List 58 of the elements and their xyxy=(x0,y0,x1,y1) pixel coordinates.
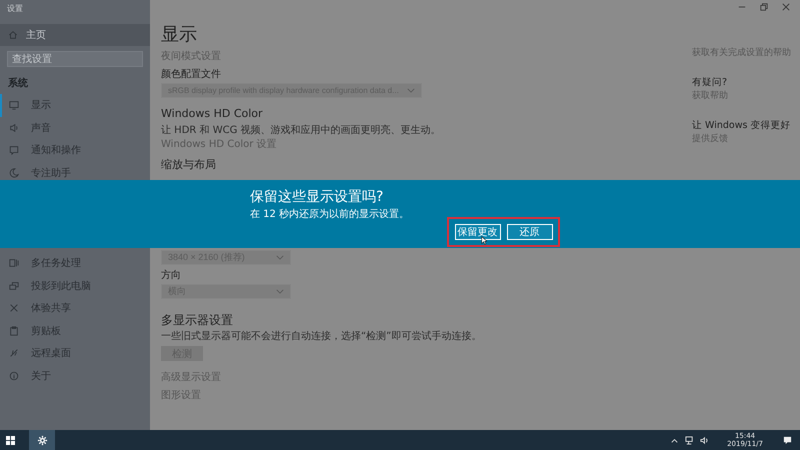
speaker-icon[interactable] xyxy=(700,436,710,444)
field-label: 颜色配置文件 xyxy=(161,68,221,81)
cursor-icon xyxy=(481,236,487,245)
settings-icon xyxy=(36,434,48,446)
sidebar-item[interactable]: 远程桌面 xyxy=(0,342,150,364)
dialog-button[interactable]: 保留更改 xyxy=(454,224,500,240)
dialog-button[interactable]: 还原 xyxy=(506,224,552,240)
page-title: 显示 xyxy=(161,24,197,46)
item-label: 体验共享 xyxy=(31,302,71,316)
projector-icon xyxy=(9,280,19,291)
home-label: 主页 xyxy=(26,28,46,42)
windows-logo-icon[interactable] xyxy=(6,436,15,444)
section-heading: 多显示器设置 xyxy=(161,313,233,327)
sidebar-item[interactable]: 体验共享 xyxy=(0,297,150,320)
speaker-icon xyxy=(9,122,19,133)
notification-icon[interactable] xyxy=(783,436,792,444)
network-icon[interactable] xyxy=(685,436,694,444)
description-text: 一些旧式显示器可能不会进行自动连接，选择“检测”即可尝试手动连接。 xyxy=(161,330,482,344)
item-label: 关于 xyxy=(31,370,51,383)
sidebar-item[interactable]: 专注助手 xyxy=(0,162,150,184)
sidebar-item[interactable]: 声音 xyxy=(0,116,150,139)
item-label: 通知和操作 xyxy=(31,144,81,158)
help-heading: 有疑问? xyxy=(692,76,728,89)
chevron-icon xyxy=(406,88,415,93)
item-label: 投影到此电脑 xyxy=(31,280,91,293)
moon-icon xyxy=(9,168,19,178)
info-icon xyxy=(9,370,19,381)
section-heading: Windows HD Color xyxy=(161,107,263,121)
description-text: 让 HDR 和 WCG 视频、游戏和应用中的画面更明亮、更生动。 xyxy=(161,124,441,138)
dialog-title: 保留这些显示设置吗? xyxy=(250,188,384,206)
search-field[interactable]: 查找设置 xyxy=(7,51,143,67)
home-icon xyxy=(8,30,18,40)
chevron-icon xyxy=(276,289,284,294)
item-label: 显示 xyxy=(31,99,51,112)
sidebar-item[interactable]: 投影到此电脑 xyxy=(0,274,150,297)
settings-taskbar-button[interactable] xyxy=(29,430,55,450)
section-heading: 系统 xyxy=(7,76,29,91)
item-label: 剪贴板 xyxy=(31,324,61,338)
help-heading: 让 Windows 变得更好 xyxy=(692,119,790,132)
sidebar-item[interactable]: 多任务处理 xyxy=(0,252,150,274)
close-icon[interactable] xyxy=(782,3,790,11)
home-item[interactable]: 主页 xyxy=(0,24,150,46)
item-label: 声音 xyxy=(31,122,51,135)
message-icon xyxy=(9,145,19,156)
chevron-icon xyxy=(276,255,284,260)
item-label: 多任务处理 xyxy=(31,256,81,270)
item-label: 专注助手 xyxy=(31,166,71,180)
dialog-text: 在 12 秒内还原为以前的显示设置。 xyxy=(250,208,410,221)
clipboard-icon xyxy=(9,326,19,336)
section-heading: 缩放与布局 xyxy=(161,158,216,172)
sidebar-item[interactable]: 关于 xyxy=(0,364,150,387)
monitor-icon xyxy=(9,100,19,110)
window-title: 设置 xyxy=(6,3,24,15)
field-label: 方向 xyxy=(161,269,181,282)
item-label: 远程桌面 xyxy=(31,346,71,360)
sidebar-item[interactable]: 剪贴板 xyxy=(0,320,150,342)
sidebar-item[interactable]: 通知和操作 xyxy=(0,139,150,162)
restore-icon[interactable] xyxy=(760,3,768,11)
